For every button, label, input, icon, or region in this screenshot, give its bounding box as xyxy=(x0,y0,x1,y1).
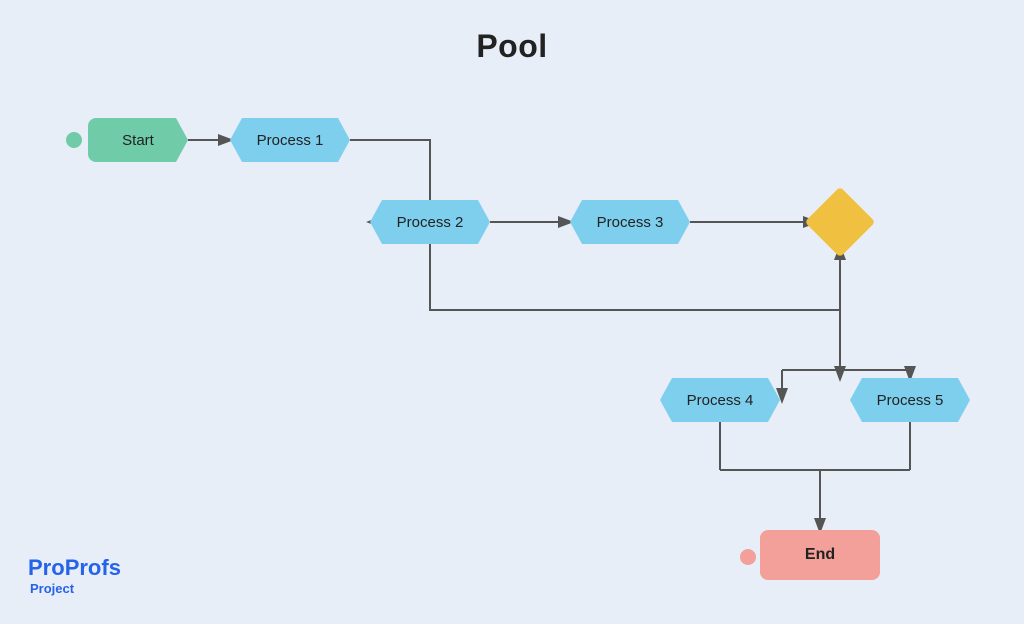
logo-profs: Profs xyxy=(65,555,121,580)
diagram-title: Pool xyxy=(476,28,547,65)
process-1-node: Process 1 xyxy=(230,118,350,162)
logo: ProProfs Project xyxy=(28,555,121,596)
process-3-node: Process 3 xyxy=(570,200,690,244)
start-dot xyxy=(66,132,82,148)
process-4-node: Process 4 xyxy=(660,378,780,422)
logo-pro: Pro xyxy=(28,555,65,580)
process-2-node: Process 2 xyxy=(370,200,490,244)
end-dot xyxy=(740,549,756,565)
gateway-diamond xyxy=(805,187,876,258)
logo-sub: Project xyxy=(30,581,74,596)
logo-text: ProProfs xyxy=(28,555,121,581)
diagram-container: Pool xyxy=(0,0,1024,624)
process-5-node: Process 5 xyxy=(850,378,970,422)
start-node: Start xyxy=(88,118,188,162)
end-node: End xyxy=(760,530,880,580)
